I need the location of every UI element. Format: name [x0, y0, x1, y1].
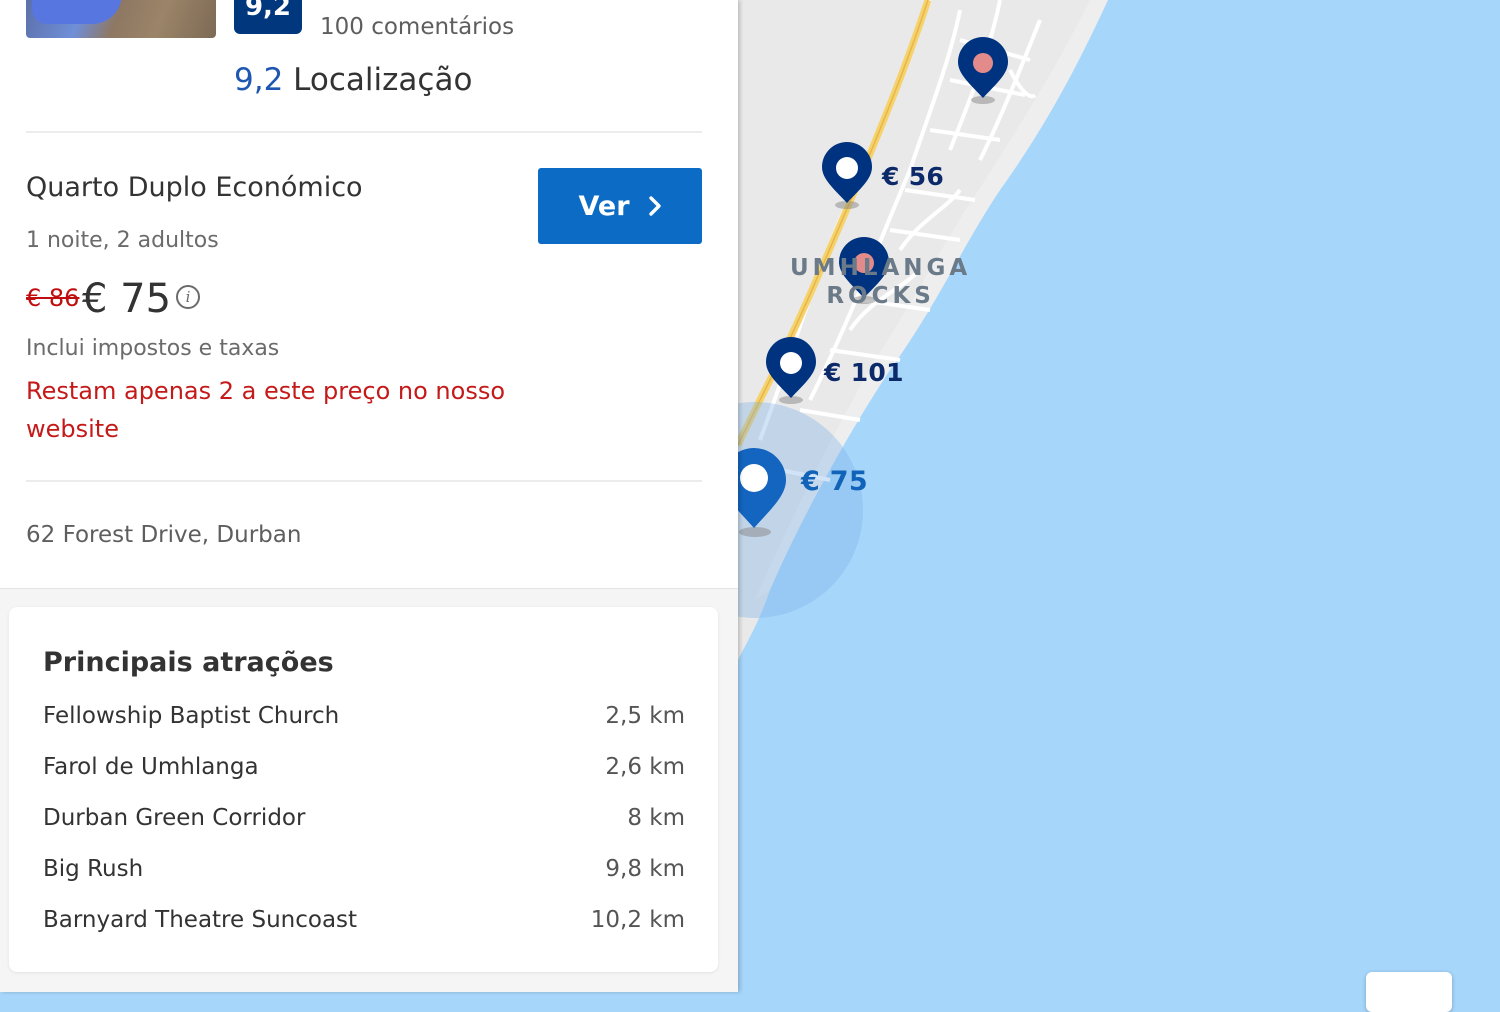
area-label-line2: ROCKS [826, 283, 935, 309]
attraction-name: Fellowship Baptist Church [43, 703, 340, 729]
attraction-row: Farol de Umhlanga 2,6 km [43, 754, 685, 786]
hotel-side-panel: 9,2 100 comentários 9,2 Localização Quar… [0, 0, 738, 992]
attraction-row: Durban Green Corridor 8 km [43, 805, 685, 837]
info-icon[interactable]: i [176, 285, 200, 309]
attraction-row: Barnyard Theatre Suncoast 10,2 km [43, 907, 685, 939]
hotel-photo[interactable] [26, 0, 216, 38]
pin-price-101[interactable]: € 101 [824, 358, 904, 387]
room-title: Quarto Duplo Económico [26, 172, 363, 203]
area-label: UMHLANGA ROCKS [790, 254, 971, 310]
attraction-name: Durban Green Corridor [43, 805, 306, 831]
area-label-line1: UMHLANGA [790, 255, 972, 281]
attraction-name: Farol de Umhlanga [43, 754, 259, 780]
attraction-row: Fellowship Baptist Church 2,5 km [43, 703, 685, 735]
attraction-name: Big Rush [43, 856, 144, 882]
hotel-address: 62 Forest Drive, Durban [26, 522, 302, 548]
location-label: Localização [293, 62, 473, 98]
hotel-card[interactable]: 9,2 100 comentários 9,2 Localização Quar… [0, 0, 738, 589]
view-button-label: Ver [578, 190, 630, 222]
map-zoom-control[interactable] [1366, 972, 1452, 1012]
chevron-right-icon [648, 196, 661, 216]
score-badge: 9,2 [234, 0, 302, 34]
pin-price-56[interactable]: € 56 [882, 162, 944, 191]
attraction-distance: 2,5 km [605, 703, 685, 729]
old-price: € 86 [26, 284, 80, 312]
location-score: 9,2 [234, 62, 284, 98]
location-rating: 9,2 Localização [234, 62, 472, 98]
attraction-distance: 8 km [627, 805, 685, 831]
attraction-row: Big Rush 9,8 km [43, 856, 685, 888]
attraction-distance: 10,2 km [590, 907, 685, 933]
divider [26, 131, 702, 133]
review-count[interactable]: 100 comentários [320, 14, 514, 40]
attraction-name: Barnyard Theatre Suncoast [43, 907, 358, 933]
view-button[interactable]: Ver [538, 168, 702, 244]
attraction-distance: 9,8 km [605, 856, 685, 882]
taxes-note: Inclui impostos e taxas [26, 336, 280, 361]
divider [26, 480, 702, 482]
current-price: € 75 [82, 276, 172, 322]
attractions-title: Principais atrações [43, 647, 334, 678]
attractions-box: Principais atrações Fellowship Baptist C… [9, 607, 718, 972]
stay-details: 1 noite, 2 adultos [26, 228, 219, 253]
attraction-distance: 2,6 km [605, 754, 685, 780]
pin-price-75[interactable]: € 75 [801, 466, 868, 497]
scarcity-message: Restam apenas 2 a este preço no nosso we… [26, 377, 506, 443]
